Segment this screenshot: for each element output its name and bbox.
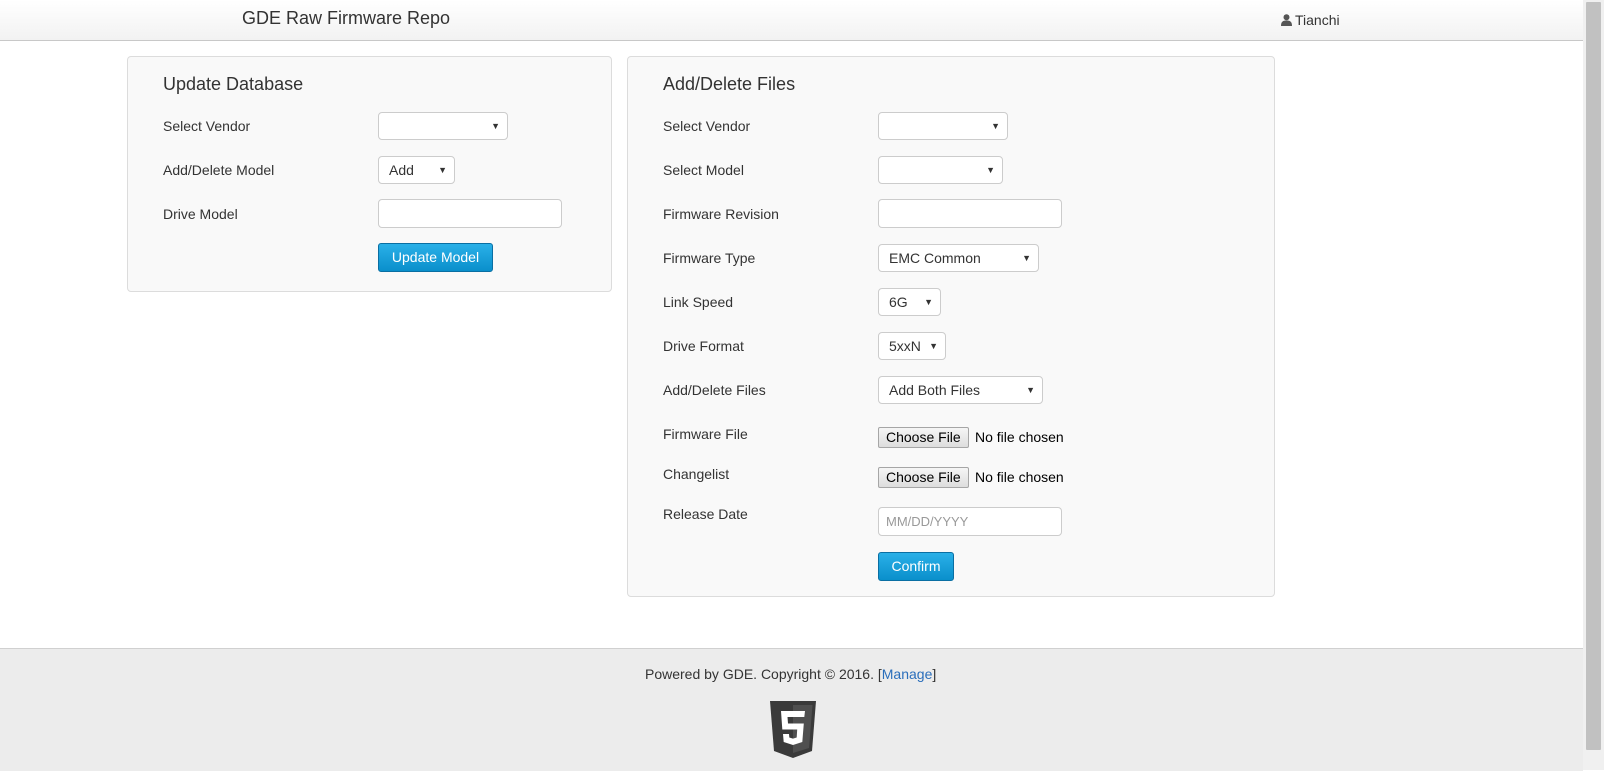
files-action-value: Add Both Files xyxy=(889,382,981,398)
update-database-title: Update Database xyxy=(163,74,304,94)
link-speed-label: Link Speed xyxy=(663,294,734,310)
chevron-down-icon: ▼ xyxy=(929,341,938,351)
add-delete-files-title: Add/Delete Files xyxy=(663,74,796,94)
firmware-revision-input[interactable] xyxy=(878,199,1062,228)
link-speed-value: 6G xyxy=(889,294,908,310)
chevron-down-icon: ▼ xyxy=(438,165,447,175)
manage-link[interactable]: Manage xyxy=(882,666,933,682)
user-icon xyxy=(1281,14,1292,26)
add-delete-files-panel: Add/Delete Files Select Vendor ▼ Select … xyxy=(627,56,1275,597)
files-action-select[interactable]: Add Both Files ▼ xyxy=(878,376,1043,404)
confirm-button[interactable]: Confirm xyxy=(878,552,954,581)
changelist-label: Changelist xyxy=(663,466,730,482)
update-vendor-label: Select Vendor xyxy=(163,118,251,134)
model-action-value: Add xyxy=(389,162,414,178)
firmware-type-select[interactable]: EMC Common ▼ xyxy=(878,244,1039,272)
files-action-label: Add/Delete Files xyxy=(663,382,766,398)
changelist-choose-button[interactable]: Choose File xyxy=(878,467,969,488)
model-action-select[interactable]: Add ▼ xyxy=(378,156,455,184)
firmware-type-value: EMC Common xyxy=(889,250,981,266)
changelist-file-status: No file chosen xyxy=(975,469,1064,485)
model-action-label: Add/Delete Model xyxy=(163,162,275,178)
user-name: Tianchi xyxy=(1295,12,1340,28)
update-model-button[interactable]: Update Model xyxy=(378,243,493,272)
user-menu[interactable]: Tianchi xyxy=(1281,12,1340,28)
footer-copyright: Powered by GDE. Copyright © 2016. [Manag… xyxy=(645,666,936,682)
scrollbar-thumb[interactable] xyxy=(1586,2,1601,750)
chevron-down-icon: ▼ xyxy=(991,121,1000,131)
files-vendor-label: Select Vendor xyxy=(663,118,751,134)
chevron-down-icon: ▼ xyxy=(924,297,933,307)
firmware-type-label: Firmware Type xyxy=(663,250,756,266)
update-database-panel: Update Database Select Vendor ▼ Add/Dele… xyxy=(127,56,612,292)
firmware-file-status: No file chosen xyxy=(975,429,1064,445)
release-date-label: Release Date xyxy=(663,506,748,522)
drive-format-value: 5xxN xyxy=(889,338,921,354)
chevron-down-icon: ▼ xyxy=(1022,253,1031,263)
drive-model-input[interactable] xyxy=(378,199,562,228)
link-speed-select[interactable]: 6G ▼ xyxy=(878,288,941,316)
vertical-scrollbar[interactable] xyxy=(1583,0,1604,770)
files-vendor-select[interactable]: ▼ xyxy=(878,112,1008,140)
drive-format-select[interactable]: 5xxN ▼ xyxy=(878,332,946,360)
top-navbar: GDE Raw Firmware Repo Tianchi xyxy=(0,0,1583,41)
footer-text-end: ] xyxy=(932,666,937,682)
footer: Powered by GDE. Copyright © 2016. [Manag… xyxy=(0,648,1583,771)
chevron-down-icon: ▼ xyxy=(491,121,500,131)
footer-text-start: Powered by GDE. Copyright © 2016. [ xyxy=(645,666,882,682)
chevron-down-icon: ▼ xyxy=(1026,385,1035,395)
chevron-down-icon: ▼ xyxy=(986,165,995,175)
drive-format-label: Drive Format xyxy=(663,338,744,354)
files-model-select[interactable]: ▼ xyxy=(878,156,1003,184)
firmware-revision-label: Firmware Revision xyxy=(663,206,779,222)
release-date-input[interactable] xyxy=(878,507,1062,536)
firmware-file-choose-button[interactable]: Choose File xyxy=(878,427,969,448)
app-title[interactable]: GDE Raw Firmware Repo xyxy=(242,8,450,29)
update-vendor-select[interactable]: ▼ xyxy=(378,112,508,140)
firmware-file-label: Firmware File xyxy=(663,426,748,442)
html5-shield-icon xyxy=(770,701,816,758)
files-model-label: Select Model xyxy=(663,162,744,178)
drive-model-label: Drive Model xyxy=(163,206,238,222)
